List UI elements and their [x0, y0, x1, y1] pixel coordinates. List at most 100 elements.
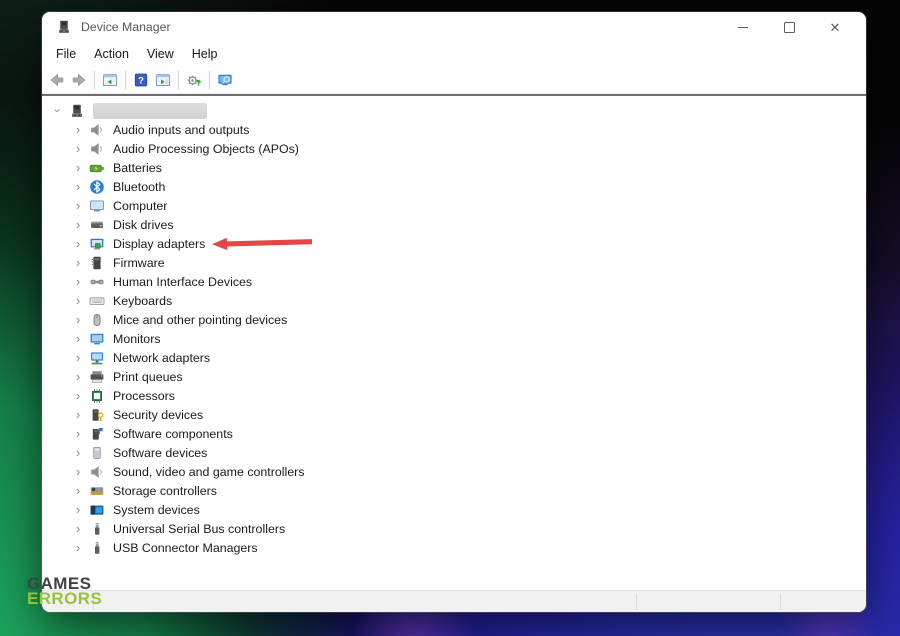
- chevron-down-icon[interactable]: ›: [49, 103, 68, 119]
- tree-item-label: Monitors: [113, 331, 161, 346]
- tree-item-firmware[interactable]: › Firmware: [42, 253, 866, 272]
- toolbar-separator: [125, 70, 126, 89]
- bluetooth-icon: [89, 179, 105, 195]
- back-icon: [50, 73, 64, 86]
- device-tree-panel: › › Audio inputs and outputs › Audio Process…: [42, 94, 866, 590]
- tree-item-sound-video-and-game-controllers[interactable]: › Sound, video and game controllers: [42, 462, 866, 481]
- tree-item-label: Mice and other pointing devices: [113, 312, 288, 327]
- tree-item-label: Storage controllers: [113, 483, 217, 498]
- tree-item-keyboards[interactable]: › Keyboards: [42, 291, 866, 310]
- tree-item-security-devices[interactable]: › Security devices: [42, 405, 866, 424]
- tree-root-computer[interactable]: ›: [42, 101, 866, 120]
- tree-item-label: Network adapters: [113, 350, 211, 365]
- tree-item-label: Processors: [113, 388, 175, 403]
- chevron-right-icon[interactable]: ›: [70, 386, 86, 405]
- annotation-arrow: [212, 235, 313, 252]
- chevron-right-icon[interactable]: ›: [70, 177, 86, 196]
- tree-item-system-devices[interactable]: › System devices: [42, 500, 866, 519]
- chevron-right-icon[interactable]: ›: [70, 462, 86, 481]
- disk-icon: [89, 217, 105, 233]
- status-bar: [42, 590, 866, 612]
- properties-button[interactable]: [152, 69, 174, 91]
- tree-item-disk-drives[interactable]: › Disk drives: [42, 215, 866, 234]
- keyboard-icon: [89, 293, 105, 309]
- firmware-icon: [89, 255, 105, 271]
- svg-text:?: ?: [138, 75, 144, 86]
- watermark-line2: ERRORS: [27, 589, 103, 608]
- chevron-right-icon[interactable]: ›: [70, 500, 86, 519]
- chevron-right-icon[interactable]: ›: [70, 519, 86, 538]
- desktop-background: Device Manager ✕ File Action View Help ? › ›…: [0, 0, 900, 636]
- chevron-right-icon[interactable]: ›: [70, 329, 86, 348]
- tree-item-human-interface-devices[interactable]: › Human Interface Devices: [42, 272, 866, 291]
- chevron-right-icon[interactable]: ›: [70, 424, 86, 443]
- tree-item-display-adapters[interactable]: › Display adapters: [42, 234, 866, 253]
- chevron-right-icon[interactable]: ›: [70, 310, 86, 329]
- device-manager-app-icon: [56, 19, 72, 35]
- tree-item-label: Display adapters: [113, 236, 206, 251]
- tree-item-label: Software devices: [113, 445, 208, 460]
- chevron-right-icon[interactable]: ›: [70, 538, 86, 557]
- chevron-right-icon[interactable]: ›: [70, 215, 86, 234]
- status-bar-divider: [636, 594, 637, 610]
- close-button[interactable]: ✕: [812, 12, 858, 42]
- chevron-right-icon[interactable]: ›: [70, 120, 86, 139]
- speaker-icon: [89, 141, 105, 157]
- redacted-computer-name: [93, 102, 207, 119]
- tree-item-label: Software components: [113, 426, 233, 441]
- chevron-right-icon[interactable]: ›: [70, 196, 86, 215]
- chevron-right-icon[interactable]: ›: [70, 234, 86, 253]
- tree-item-software-devices[interactable]: › Software devices: [42, 443, 866, 462]
- minimize-button[interactable]: [720, 12, 766, 42]
- tree-item-usb-connector-managers[interactable]: › USB Connector Managers: [42, 538, 866, 557]
- tree-item-label: Firmware: [113, 255, 165, 270]
- menu-view[interactable]: View: [138, 42, 183, 66]
- tree-item-print-queues[interactable]: › Print queues: [42, 367, 866, 386]
- tree-item-batteries[interactable]: › Batteries: [42, 158, 866, 177]
- show-console-tree-icon: [102, 73, 118, 86]
- chevron-right-icon[interactable]: ›: [70, 253, 86, 272]
- tree-item-audio-inputs-and-outputs[interactable]: › Audio inputs and outputs: [42, 120, 866, 139]
- back-button[interactable]: [46, 69, 68, 91]
- devices-view-button[interactable]: [214, 69, 236, 91]
- tree-item-bluetooth[interactable]: › Bluetooth: [42, 177, 866, 196]
- software-component-icon: [89, 426, 105, 442]
- help-icon: ?: [134, 73, 148, 86]
- menu-file[interactable]: File: [47, 42, 85, 66]
- device-tree: › › Audio inputs and outputs › Audio Process…: [42, 96, 866, 557]
- security-icon: [89, 407, 105, 423]
- tree-item-software-components[interactable]: › Software components: [42, 424, 866, 443]
- tree-item-network-adapters[interactable]: › Network adapters: [42, 348, 866, 367]
- chevron-right-icon[interactable]: ›: [70, 481, 86, 500]
- tree-item-monitors[interactable]: › Monitors: [42, 329, 866, 348]
- tree-item-universal-serial-bus-controllers[interactable]: › Universal Serial Bus controllers: [42, 519, 866, 538]
- status-bar-divider: [780, 594, 781, 610]
- help-button[interactable]: ?: [130, 69, 152, 91]
- chevron-right-icon[interactable]: ›: [70, 272, 86, 291]
- scan-hardware-changes-button[interactable]: [183, 69, 205, 91]
- forward-button[interactable]: [68, 69, 90, 91]
- chevron-right-icon[interactable]: ›: [70, 367, 86, 386]
- menu-action[interactable]: Action: [85, 42, 138, 66]
- window-controls: ✕: [720, 12, 858, 42]
- display-icon: [89, 236, 105, 252]
- tree-item-computer[interactable]: › Computer: [42, 196, 866, 215]
- tree-item-processors[interactable]: › Processors: [42, 386, 866, 405]
- chevron-right-icon[interactable]: ›: [70, 158, 86, 177]
- games-errors-watermark: GAMES ERRORS: [27, 575, 103, 608]
- chevron-right-icon[interactable]: ›: [70, 348, 86, 367]
- chevron-right-icon[interactable]: ›: [70, 291, 86, 310]
- hid-icon: [89, 274, 105, 290]
- tree-item-audio-processing-objects-apos[interactable]: › Audio Processing Objects (APOs): [42, 139, 866, 158]
- chevron-right-icon[interactable]: ›: [70, 405, 86, 424]
- menu-bar: File Action View Help: [42, 42, 866, 66]
- tree-item-mice-and-other-pointing-devices[interactable]: › Mice and other pointing devices: [42, 310, 866, 329]
- chevron-right-icon[interactable]: ›: [70, 443, 86, 462]
- menu-help[interactable]: Help: [183, 42, 227, 66]
- speaker-icon: [89, 464, 105, 480]
- chevron-right-icon[interactable]: ›: [70, 139, 86, 158]
- title-bar: Device Manager ✕: [42, 12, 866, 42]
- show-console-tree-button[interactable]: [99, 69, 121, 91]
- tree-item-storage-controllers[interactable]: › Storage controllers: [42, 481, 866, 500]
- maximize-button[interactable]: [766, 12, 812, 42]
